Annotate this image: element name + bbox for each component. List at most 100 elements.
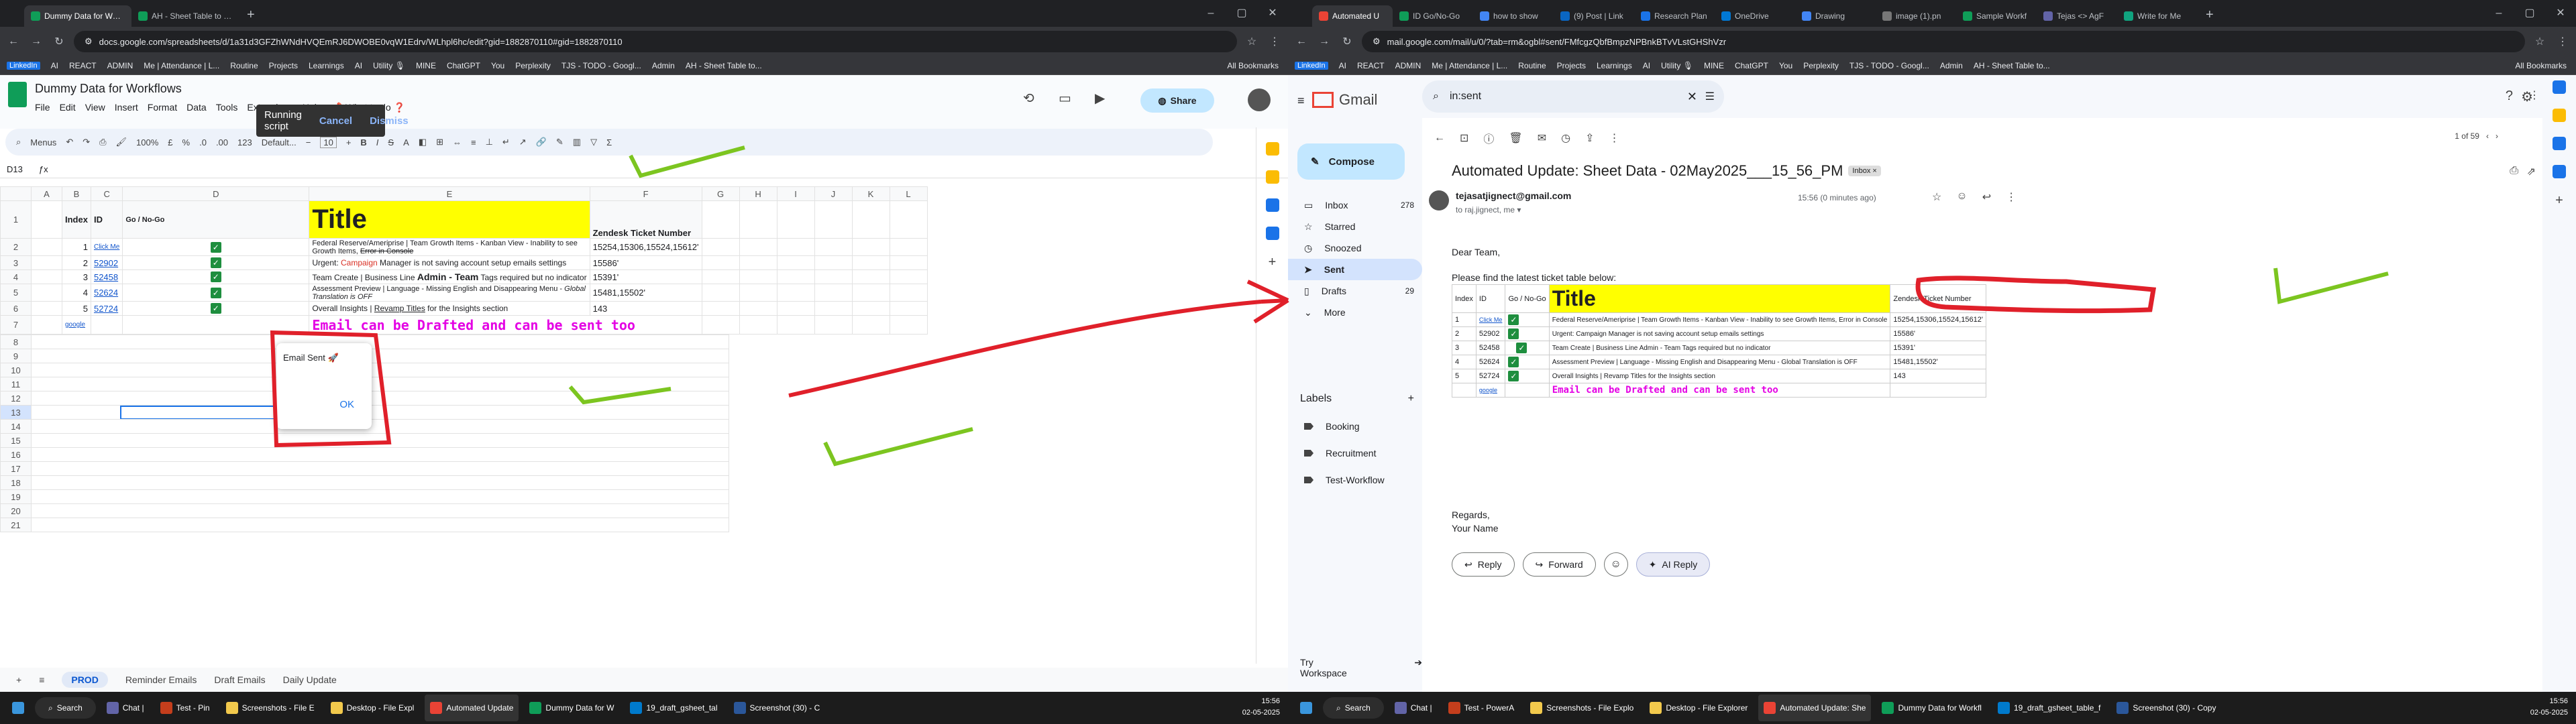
system-clock[interactable]: 15:56 02-05-2025 <box>2530 696 2568 719</box>
taskbar-item[interactable]: Chat | <box>1389 695 1438 721</box>
taskbar-item[interactable]: Screenshot (30) - Copy <box>2111 695 2221 721</box>
cell-zendesk[interactable]: 15481,15502' <box>589 284 702 302</box>
add-addon-icon[interactable]: + <box>1256 255 1288 270</box>
cell-zendesk[interactable]: 15586' <box>589 255 702 270</box>
bookmark-item[interactable]: Projects <box>269 61 298 70</box>
bookmark-item[interactable]: Utility 🎙 <box>1661 61 1693 70</box>
font-size-input[interactable]: 10 <box>320 136 337 148</box>
merge-icon[interactable]: ⇔ <box>453 137 462 147</box>
cell[interactable] <box>776 315 815 335</box>
menu-view[interactable]: View <box>85 102 105 113</box>
column-header[interactable]: F <box>589 186 702 201</box>
checkbox[interactable]: ✓ <box>210 287 221 298</box>
report-icon[interactable]: ⓘ <box>1483 130 1494 146</box>
comment-add-icon[interactable]: ✎ <box>556 137 564 147</box>
functions-icon[interactable]: Σ <box>606 137 612 147</box>
cell[interactable] <box>889 315 928 335</box>
cell[interactable] <box>739 284 777 302</box>
borders-icon[interactable]: ⊞ <box>436 137 443 147</box>
nav-item-inbox[interactable]: ▭ Inbox 278 <box>1288 194 1422 216</box>
menu-tools[interactable]: Tools <box>216 102 238 113</box>
more-icon[interactable]: ⋮ <box>2006 190 2017 204</box>
clear-search-icon[interactable]: ✕ <box>1687 90 1697 104</box>
cell[interactable] <box>889 284 928 302</box>
cell[interactable] <box>814 200 853 239</box>
row-header[interactable]: 5 <box>0 284 32 302</box>
currency-button[interactable]: £ <box>168 137 172 147</box>
cell-index[interactable]: 5 <box>62 301 91 316</box>
dismiss-button[interactable]: Dismiss <box>370 115 409 127</box>
cell[interactable] <box>31 461 729 476</box>
font-size-plus[interactable]: + <box>346 137 352 147</box>
cell-title[interactable]: Federal Reserve/Ameriprise | Team Growth… <box>309 238 590 256</box>
close-icon[interactable]: ✕ <box>1257 0 1288 27</box>
sender-email[interactable]: tejasatjignect@gmail.com <box>1456 190 1571 201</box>
header-cell-gonogo[interactable]: Go / No-Go <box>122 200 310 239</box>
row-header[interactable]: 15 <box>0 433 32 448</box>
comment-icon[interactable]: ▭ <box>1059 90 1071 107</box>
keep-icon[interactable] <box>1265 170 1279 184</box>
cell[interactable] <box>814 315 853 335</box>
calendar-icon[interactable] <box>2553 80 2566 94</box>
archive-icon[interactable]: ⊡ <box>1460 131 1468 145</box>
sheet-tab-draft[interactable]: Draft Emails <box>214 674 265 685</box>
add-label-icon[interactable]: + <box>1408 393 1414 405</box>
cell[interactable] <box>776 255 815 270</box>
cell[interactable] <box>701 238 740 256</box>
cell[interactable] <box>31 518 729 532</box>
header-cell-id[interactable]: ID <box>90 200 123 239</box>
cell-index[interactable]: 2 <box>62 255 91 270</box>
cell[interactable] <box>31 391 729 406</box>
chart-icon[interactable]: ▥ <box>573 137 581 147</box>
menus-button[interactable]: Menus <box>30 137 56 147</box>
browser-tab[interactable]: image (1).pn <box>1876 5 1956 27</box>
bookmark-item[interactable]: AI <box>1339 61 1346 70</box>
header-cell-zendesk[interactable]: Zendesk Ticket Number <box>589 200 702 239</box>
row-header[interactable]: 20 <box>0 503 32 518</box>
contacts-icon[interactable] <box>1265 227 1279 240</box>
cell[interactable] <box>814 255 853 270</box>
cell[interactable] <box>851 284 890 302</box>
cell-title[interactable]: Urgent: Campaign Manager is not saving a… <box>309 255 590 270</box>
cell[interactable] <box>889 301 928 316</box>
cell[interactable] <box>889 269 928 284</box>
forward-icon[interactable]: → <box>1316 36 1332 48</box>
nav-item-drafts[interactable]: ▯ Drafts 29 <box>1288 280 1422 302</box>
row-header[interactable]: 18 <box>0 475 32 490</box>
cell[interactable] <box>701 315 740 335</box>
column-header[interactable]: C <box>90 186 123 201</box>
windows-start-icon[interactable] <box>1295 695 1318 721</box>
url-input[interactable]: ⚙ mail.google.com/mail/u/0/?tab=rm&ogbl#s… <box>1362 31 2525 52</box>
new-tab-icon[interactable]: + <box>239 7 263 27</box>
cell-id-link[interactable]: 52724 <box>90 301 123 316</box>
cell[interactable] <box>851 315 890 335</box>
column-header[interactable]: E <box>309 186 590 201</box>
bookmark-item[interactable]: You <box>1779 61 1792 70</box>
contacts-icon[interactable] <box>2553 165 2566 178</box>
history-icon[interactable]: ⟲ <box>1023 90 1034 107</box>
browser-tab[interactable]: Tejas <> AgF <box>2037 5 2117 27</box>
search-icon[interactable]: ⌕ <box>1433 90 1439 103</box>
strikethrough-icon[interactable]: S <box>388 137 394 147</box>
cell-index[interactable]: 1 <box>62 238 91 256</box>
link-icon[interactable]: 🔗 <box>536 137 547 147</box>
cell[interactable] <box>776 301 815 316</box>
minimize-icon[interactable]: – <box>1195 0 1226 27</box>
taskbar-item[interactable]: Test - PowerA <box>1443 695 1520 721</box>
cell-title[interactable]: Team Create | Business Line Admin - Team… <box>309 269 590 284</box>
prev-icon[interactable]: ‹ <box>2486 131 2489 141</box>
name-box[interactable]: D13 <box>7 164 23 174</box>
row-header[interactable]: 12 <box>0 391 32 406</box>
sheets-logo-icon[interactable] <box>8 82 27 107</box>
wrap-icon[interactable]: ↵ <box>502 137 510 147</box>
row-header[interactable]: 8 <box>0 335 32 349</box>
reply-icon[interactable]: ↩ <box>1982 190 1991 204</box>
cell-zendesk[interactable]: 143 <box>589 301 702 316</box>
cell[interactable] <box>31 503 729 518</box>
back-arrow-icon[interactable]: ← <box>1434 132 1445 144</box>
label-item[interactable]: Booking <box>1288 413 1422 440</box>
bookmark-item[interactable]: Utility 🎙 <box>373 61 405 70</box>
paint-format-icon[interactable]: 🖌 <box>116 137 127 147</box>
row-header[interactable]: 4 <box>0 269 32 284</box>
bookmark-item[interactable]: Perplexity <box>1803 61 1839 70</box>
